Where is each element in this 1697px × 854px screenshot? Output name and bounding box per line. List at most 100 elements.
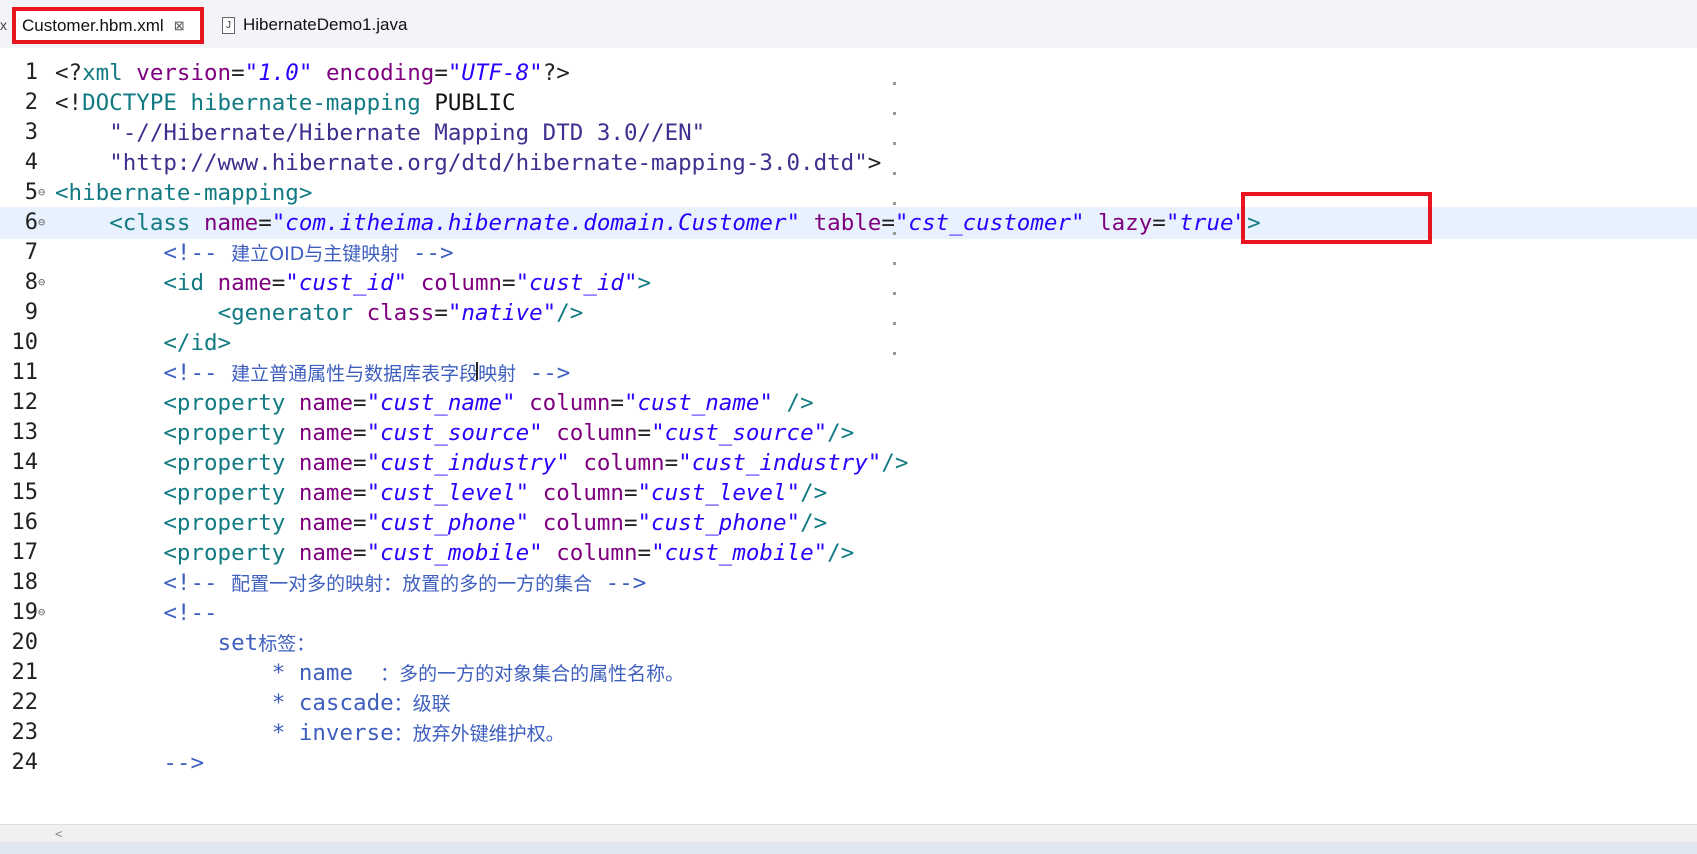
code-text: "-//Hibernate/Hibernate Mapping DTD 3.0/…	[55, 117, 705, 149]
code-token: "1.0"	[244, 60, 313, 86]
code-token: "cust_mobile"	[366, 540, 543, 566]
ruler-mark	[893, 262, 896, 265]
code-token: xml	[82, 60, 123, 86]
code-line[interactable]: 20 set标签：	[0, 627, 1697, 659]
tab-hibernatedemo1-java[interactable]: J HibernateDemo1.java	[218, 8, 407, 42]
ruler-mark	[893, 112, 896, 115]
code-line[interactable]: 4 "http://www.hibernate.org/dtd/hibernat…	[0, 147, 1697, 179]
code-token: column	[583, 450, 665, 476]
line-number: 20	[11, 630, 39, 655]
code-line[interactable]: 9 <generator class="native"/>	[0, 297, 1697, 329]
code-token: ：放弃外键维护权。	[393, 723, 565, 745]
close-tab-icon[interactable]: ⊠	[174, 18, 185, 34]
code-text: </id>	[55, 327, 231, 359]
code-line[interactable]: 6 ⊖ <class name="com.itheima.hibernate.do…	[0, 207, 1697, 239]
code-line[interactable]: 10 </id>	[0, 327, 1697, 359]
code-token: =	[623, 510, 638, 536]
ruler-mark	[893, 142, 896, 145]
line-number: 11	[11, 360, 39, 385]
code-token: -->	[592, 570, 647, 596]
code-token: class	[366, 300, 435, 326]
scroll-left-icon[interactable]: <	[55, 825, 62, 843]
code-text: <generator class="native"/>	[55, 297, 584, 329]
code-token: -->	[516, 360, 571, 386]
code-token: </id>	[163, 330, 232, 356]
code-line[interactable]: 14 <property name="cust_industry" column…	[0, 447, 1697, 479]
code-token: "cust_phone"	[637, 510, 801, 536]
code-token: <!--	[163, 600, 218, 626]
fold-toggle-icon[interactable]: ⊖	[38, 177, 52, 207]
code-line[interactable]: 8 ⊖ <id name="cust_id" column="cust_id">	[0, 267, 1697, 299]
line-number: 6	[24, 210, 38, 235]
code-token: -->	[163, 750, 205, 776]
code-token: "cust_level"	[366, 480, 530, 506]
code-token: ?>	[542, 60, 570, 86]
code-token: column	[542, 480, 624, 506]
code-token: PUBLIC	[434, 90, 516, 116]
fold-toggle-icon[interactable]: ⊖	[38, 267, 52, 297]
code-token: =	[434, 300, 448, 326]
code-line[interactable]: 12 <property name="cust_name" column="cu…	[0, 387, 1697, 419]
code-line[interactable]: 21 * name ：多的一方的对象集合的属性名称。	[0, 657, 1697, 689]
code-line[interactable]: 23 * inverse：放弃外键维护权。	[0, 717, 1697, 749]
code-line[interactable]: 19 ⊖ <!--	[0, 597, 1697, 629]
code-line[interactable]: 2 <!DOCTYPE hibernate-mapping PUBLIC	[0, 87, 1697, 119]
horizontal-scrollbar[interactable]: <	[0, 824, 1697, 843]
code-token: =	[258, 210, 272, 236]
code-line[interactable]: 1 <?xml version="1.0" encoding="UTF-8"?>	[0, 57, 1697, 89]
code-line[interactable]: 13 <property name="cust_source" column="…	[0, 417, 1697, 449]
code-token: 建立普通属性与数据库表字段映射	[231, 363, 517, 385]
code-token: "com.itheima.hibernate.domain.Customer"	[271, 210, 801, 236]
code-token: lazy	[1098, 210, 1153, 236]
line-number: 7	[24, 240, 38, 265]
code-token: >	[867, 150, 882, 176]
code-token: encoding	[325, 60, 435, 86]
code-line[interactable]: 5 ⊖ <hibernate-mapping>	[0, 177, 1697, 209]
code-line[interactable]: 16 <property name="cust_phone" column="c…	[0, 507, 1697, 539]
code-text: <property name="cust_mobile" column="cus…	[55, 537, 854, 569]
code-line[interactable]: 24 -->	[0, 747, 1697, 779]
code-line[interactable]: 15 <property name="cust_level" column="c…	[0, 477, 1697, 509]
code-line[interactable]: 17 <property name="cust_mobile" column="…	[0, 537, 1697, 569]
line-number: 1	[24, 60, 38, 85]
code-token: column	[529, 390, 611, 416]
code-token: =	[353, 450, 367, 476]
code-text: <class name="com.itheima.hibernate.domai…	[55, 207, 1260, 239]
code-line[interactable]: 11 <!-- 建立普通属性与数据库表字段映射 -->	[0, 357, 1697, 389]
code-token: column	[420, 270, 503, 296]
code-token: "cust_id"	[515, 270, 638, 296]
code-token: <property	[163, 510, 286, 536]
code-editor[interactable]: 1 <?xml version="1.0" encoding="UTF-8"?> 2…	[0, 48, 1697, 824]
line-number: 14	[11, 450, 39, 475]
code-token: name	[298, 510, 354, 536]
tab-customer-hbm-xml[interactable]: Customer.hbm.xml ⊠	[12, 7, 204, 44]
code-token: <!	[55, 90, 83, 116]
fold-toggle-icon[interactable]: ⊖	[38, 207, 52, 237]
code-line[interactable]: 3 "-//Hibernate/Hibernate Mapping DTD 3.…	[0, 117, 1697, 149]
ruler-mark	[893, 352, 896, 355]
line-number: 16	[11, 510, 39, 535]
code-token: column	[556, 420, 638, 446]
code-token: set	[217, 630, 259, 656]
line-number: 21	[11, 660, 39, 685]
code-token: =	[623, 480, 638, 506]
code-token: * cascade	[271, 690, 394, 716]
code-line[interactable]: 22 * cascade：级联	[0, 687, 1697, 719]
code-text: <!-- 建立OID与主键映射 -->	[55, 237, 453, 270]
code-token: "true"	[1165, 210, 1248, 236]
fold-toggle-icon[interactable]: ⊖	[38, 597, 52, 627]
code-line[interactable]: 18 <!-- 配置一对多的映射：放置的多的一方的集合 -->	[0, 567, 1697, 599]
code-line[interactable]: 7 <!-- 建立OID与主键映射 -->	[0, 237, 1697, 269]
line-number: 3	[24, 120, 38, 145]
code-token: "cst_customer"	[894, 210, 1085, 236]
